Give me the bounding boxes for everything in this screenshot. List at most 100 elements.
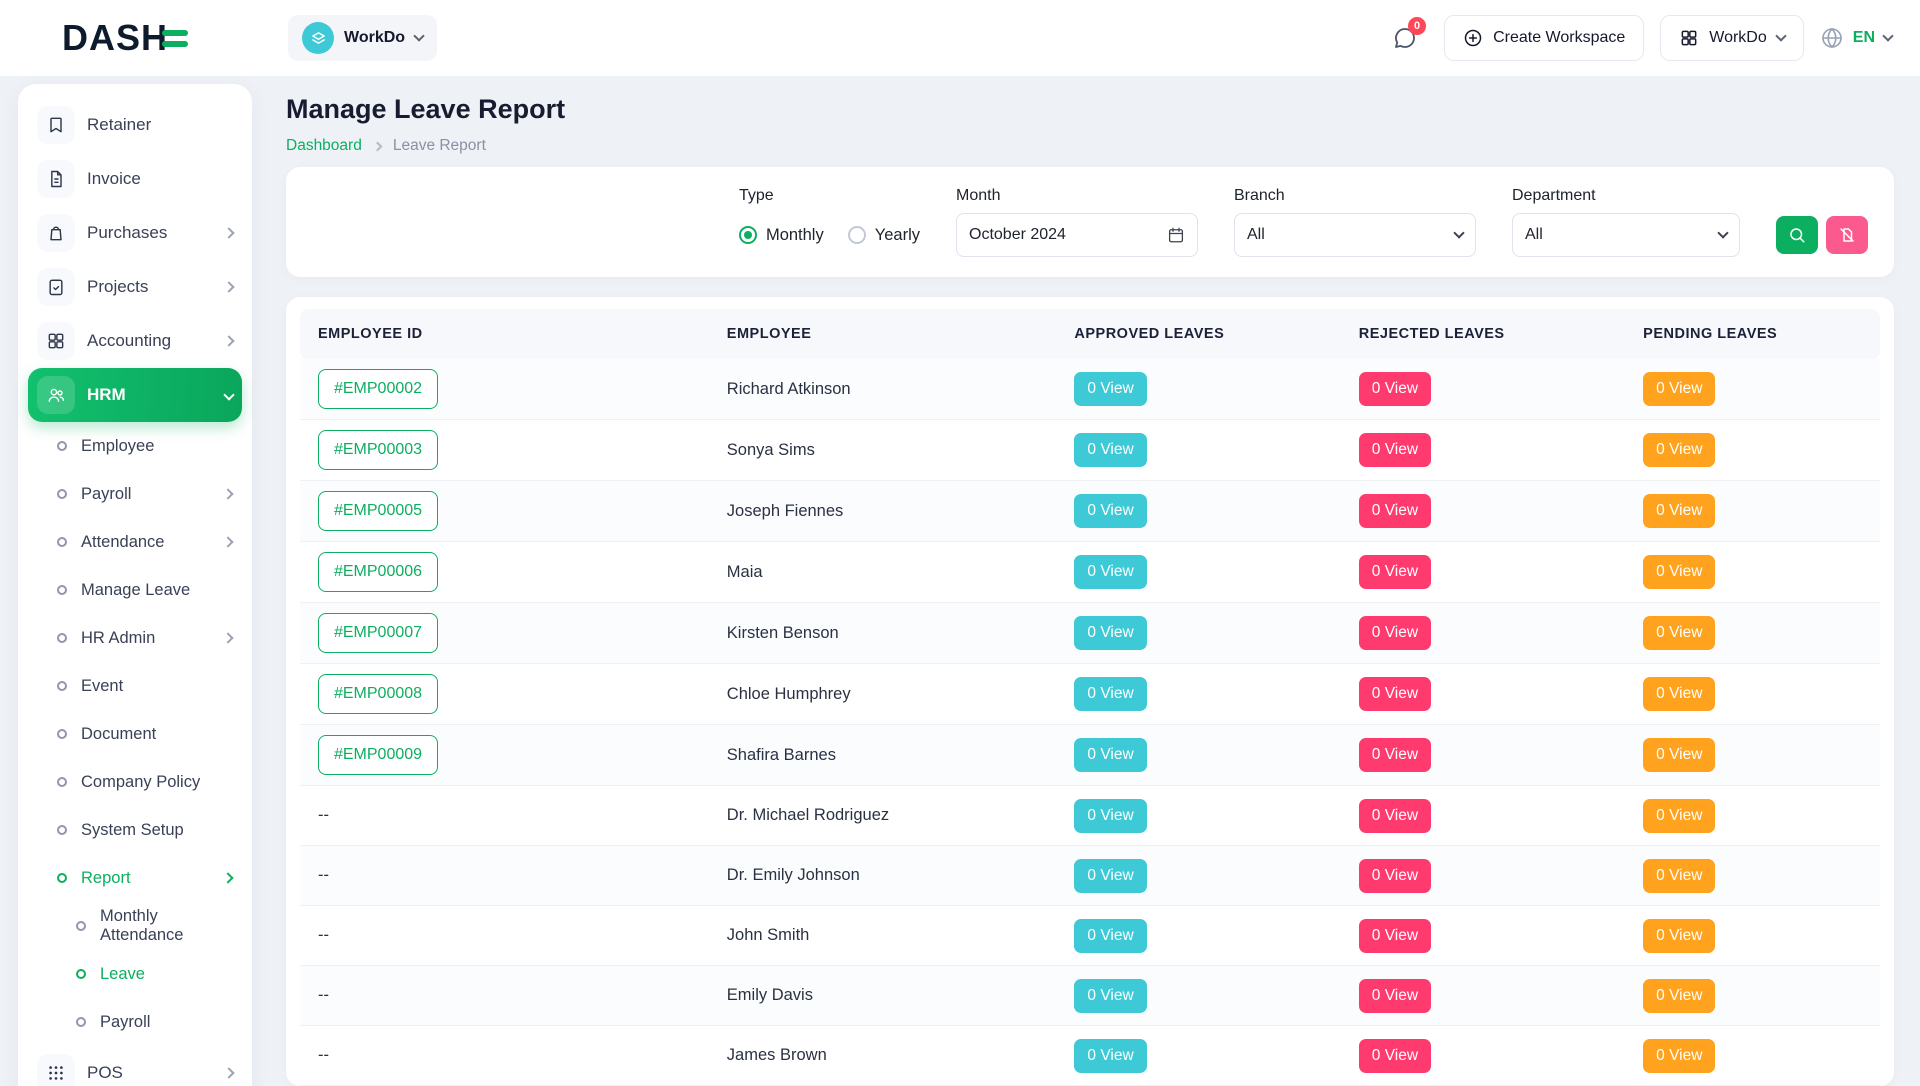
sidebar-item-system-setup[interactable]: System Setup	[28, 806, 242, 854]
approved-view-badge[interactable]: 0 View	[1074, 738, 1146, 772]
rejected-view-badge[interactable]: 0 View	[1359, 616, 1431, 650]
app-logo[interactable]: DASH	[0, 17, 288, 59]
sidebar-item-report[interactable]: Report	[28, 854, 242, 902]
pending-view-badge[interactable]: 0 View	[1643, 979, 1715, 1013]
employee-id-empty: --	[318, 986, 329, 1004]
sidebar-item-payroll-report[interactable]: Payroll	[28, 998, 242, 1046]
approved-view-badge[interactable]: 0 View	[1074, 979, 1146, 1013]
pending-view-badge[interactable]: 0 View	[1643, 433, 1715, 467]
rejected-view-badge[interactable]: 0 View	[1359, 738, 1431, 772]
approved-view-badge[interactable]: 0 View	[1074, 799, 1146, 833]
pending-view-badge[interactable]: 0 View	[1643, 372, 1715, 406]
sidebar-item-document[interactable]: Document	[28, 710, 242, 758]
employee-id-button[interactable]: #EMP00009	[318, 735, 438, 775]
pending-view-badge[interactable]: 0 View	[1643, 799, 1715, 833]
leave-report-table: EMPLOYEE ID EMPLOYEE APPROVED LEAVES REJ…	[300, 309, 1880, 1086]
pending-view-badge[interactable]: 0 View	[1643, 1039, 1715, 1073]
sidebar-item-hrm[interactable]: HRM	[28, 368, 242, 422]
sidebar-item-projects[interactable]: Projects	[28, 260, 242, 314]
bullet-icon	[57, 873, 67, 883]
pending-view-badge[interactable]: 0 View	[1643, 616, 1715, 650]
grid-icon	[1679, 28, 1699, 48]
rejected-view-badge[interactable]: 0 View	[1359, 1039, 1431, 1073]
chevron-down-icon	[223, 389, 234, 400]
sidebar-item-attendance[interactable]: Attendance	[28, 518, 242, 566]
rejected-view-badge[interactable]: 0 View	[1359, 372, 1431, 406]
rejected-view-badge[interactable]: 0 View	[1359, 555, 1431, 589]
department-label: Department	[1512, 187, 1740, 205]
department-select[interactable]: All	[1512, 213, 1740, 257]
apps-menu-button[interactable]: WorkDo	[1660, 15, 1804, 61]
employee-id-empty: --	[318, 806, 329, 824]
sidebar-item-label: Monthly Attendance	[100, 907, 232, 945]
sidebar-item-label: System Setup	[81, 821, 184, 840]
pending-view-badge[interactable]: 0 View	[1643, 738, 1715, 772]
employee-name: James Brown	[727, 1046, 827, 1064]
sidebar-item-purchases[interactable]: Purchases	[28, 206, 242, 260]
sidebar-item-payroll[interactable]: Payroll	[28, 470, 242, 518]
rejected-view-badge[interactable]: 0 View	[1359, 494, 1431, 528]
sidebar-item-label: Document	[81, 725, 156, 744]
grid-icon	[37, 322, 75, 360]
search-button[interactable]	[1776, 216, 1818, 254]
create-workspace-label: Create Workspace	[1493, 29, 1625, 47]
rejected-view-badge[interactable]: 0 View	[1359, 799, 1431, 833]
approved-view-badge[interactable]: 0 View	[1074, 677, 1146, 711]
branch-select[interactable]: All	[1234, 213, 1476, 257]
sidebar-item-label: Purchases	[87, 223, 167, 243]
sidebar-item-employee[interactable]: Employee	[28, 422, 242, 470]
sidebar-item-manage-leave[interactable]: Manage Leave	[28, 566, 242, 614]
month-label: Month	[956, 187, 1198, 205]
month-input[interactable]: October 2024	[956, 213, 1198, 257]
rejected-view-badge[interactable]: 0 View	[1359, 979, 1431, 1013]
approved-view-badge[interactable]: 0 View	[1074, 859, 1146, 893]
messages-button[interactable]: 0	[1382, 15, 1428, 61]
radio-monthly[interactable]: Monthly	[739, 226, 824, 245]
pending-view-badge[interactable]: 0 View	[1643, 859, 1715, 893]
pending-view-badge[interactable]: 0 View	[1643, 555, 1715, 589]
breadcrumb-dashboard-link[interactable]: Dashboard	[286, 137, 362, 155]
sidebar-item-accounting[interactable]: Accounting	[28, 314, 242, 368]
sidebar-item-company-policy[interactable]: Company Policy	[28, 758, 242, 806]
sidebar-item-retainer[interactable]: Retainer	[28, 98, 242, 152]
pending-view-badge[interactable]: 0 View	[1643, 677, 1715, 711]
layers-icon	[302, 22, 334, 54]
main-content: Manage Leave Report Dashboard Leave Repo…	[286, 76, 1894, 1086]
language-selector[interactable]: EN	[1820, 26, 1892, 50]
employee-id-button[interactable]: #EMP00007	[318, 613, 438, 653]
employee-id-button[interactable]: #EMP00002	[318, 369, 438, 409]
approved-view-badge[interactable]: 0 View	[1074, 433, 1146, 467]
employee-name: Maia	[727, 563, 763, 581]
approved-view-badge[interactable]: 0 View	[1074, 494, 1146, 528]
rejected-view-badge[interactable]: 0 View	[1359, 677, 1431, 711]
reset-button[interactable]	[1826, 216, 1868, 254]
approved-view-badge[interactable]: 0 View	[1074, 1039, 1146, 1073]
pending-view-badge[interactable]: 0 View	[1643, 919, 1715, 953]
workspace-switcher[interactable]: WorkDo	[288, 15, 437, 61]
rejected-view-badge[interactable]: 0 View	[1359, 433, 1431, 467]
sidebar-item-monthly-attendance[interactable]: Monthly Attendance	[28, 902, 242, 950]
employee-id-button[interactable]: #EMP00005	[318, 491, 438, 531]
approved-view-badge[interactable]: 0 View	[1074, 919, 1146, 953]
sidebar-item-event[interactable]: Event	[28, 662, 242, 710]
approved-view-badge[interactable]: 0 View	[1074, 555, 1146, 589]
radio-yearly[interactable]: Yearly	[848, 226, 920, 245]
create-workspace-button[interactable]: Create Workspace	[1444, 15, 1644, 61]
employee-id-button[interactable]: #EMP00003	[318, 430, 438, 470]
sidebar-item-label: Event	[81, 677, 123, 696]
rejected-view-badge[interactable]: 0 View	[1359, 919, 1431, 953]
sidebar-item-hr-admin[interactable]: HR Admin	[28, 614, 242, 662]
approved-view-badge[interactable]: 0 View	[1074, 372, 1146, 406]
approved-view-badge[interactable]: 0 View	[1074, 616, 1146, 650]
employee-id-button[interactable]: #EMP00008	[318, 674, 438, 714]
rejected-view-badge[interactable]: 0 View	[1359, 859, 1431, 893]
bullet-icon	[76, 921, 86, 931]
pending-view-badge[interactable]: 0 View	[1643, 494, 1715, 528]
breadcrumb-current: Leave Report	[393, 137, 486, 155]
department-value: All	[1525, 226, 1543, 244]
sidebar-item-label: Report	[81, 869, 131, 888]
sidebar-item-invoice[interactable]: Invoice	[28, 152, 242, 206]
sidebar-item-leave[interactable]: Leave	[28, 950, 242, 998]
employee-id-button[interactable]: #EMP00006	[318, 552, 438, 592]
chevron-right-icon	[222, 536, 233, 547]
